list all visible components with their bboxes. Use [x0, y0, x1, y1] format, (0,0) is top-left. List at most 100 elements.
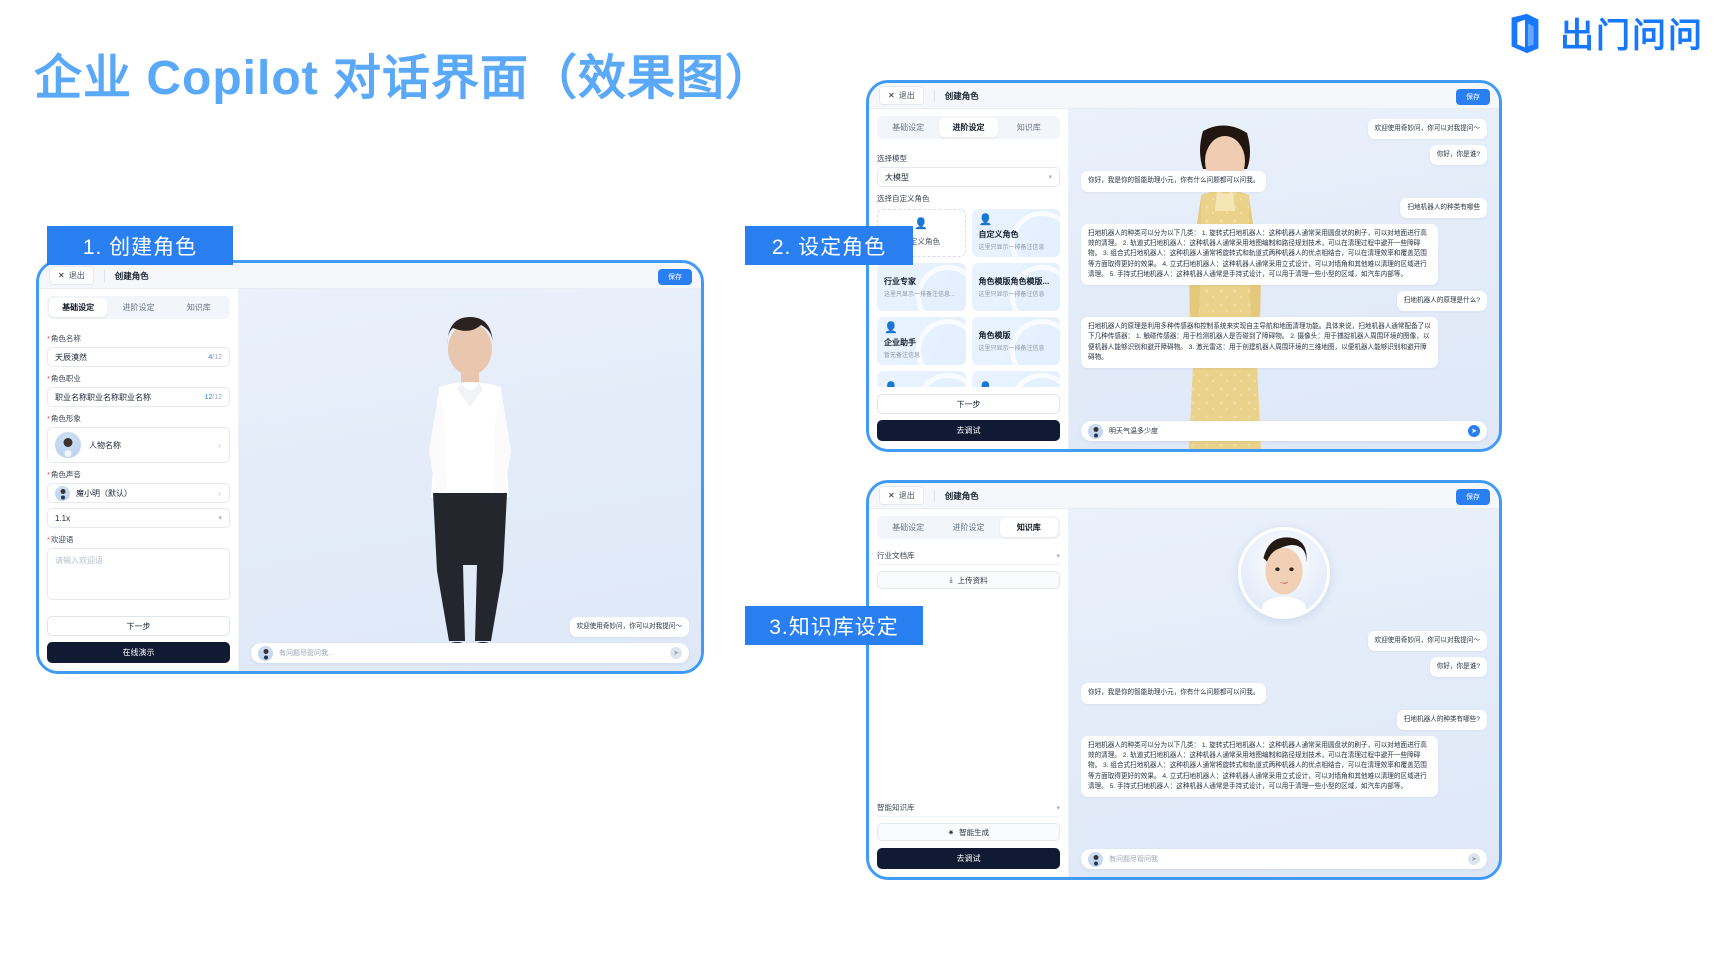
step-badge-create-role: 1. 创建角色 [47, 226, 233, 265]
chevron-down-icon: ▾ [1056, 552, 1060, 560]
role-job-counter: 12/12 [204, 393, 222, 401]
next-step-button[interactable]: 下一步 [47, 616, 230, 636]
exit-label: 退出 [898, 491, 915, 500]
smart-library-select[interactable]: 智能知识库 ▾ [877, 799, 1060, 817]
role-name-value: 天辰漠然 [55, 352, 87, 362]
model-select[interactable]: 大模型 ▾ [877, 167, 1060, 187]
panel3-topbar: ✕ 退出 创建角色 保存 [869, 483, 1499, 509]
role-avatar-label: *角色形象 [47, 414, 81, 423]
save-button[interactable]: 保存 [658, 269, 692, 285]
role-card-desc: 这里只显示一排备注信息 [978, 292, 1045, 298]
welcome-label: *欢迎语 [47, 535, 74, 544]
close-icon: ✕ [58, 270, 65, 280]
tab-basic-settings[interactable]: 基础设定 [49, 298, 108, 317]
role-name-input[interactable]: 天辰漠然 4/12 [47, 347, 230, 367]
role-card-title: 行业专家 [884, 277, 916, 286]
role-voice-label: *角色声音 [47, 470, 81, 479]
role-avatar-selector[interactable]: 人物名称 › [47, 427, 230, 463]
tab-knowledge-base[interactable]: 知识库 [1000, 118, 1058, 137]
panel3-chat: 欢迎使用奇妙问，你可以对我提问～ 你好，你是谁? 你好，我是你的智能助理小元，你… [1069, 509, 1499, 877]
send-icon[interactable]: ➤ [1468, 425, 1480, 437]
tab-knowledge-base[interactable]: 知识库 [999, 518, 1058, 537]
assistant-icon: 👤 [884, 322, 898, 334]
sparkle-icon: ✷ [947, 827, 955, 837]
chat-bubble: 扫地机器人的种类可以分为以下几类： 1. 旋转式扫地机器人：这种机器人通常采用圆… [1081, 735, 1439, 797]
panel-configure-role: ✕ 退出 创建角色 保存 基础设定 进阶设定 知识库 选择模型 大模型 ▾ 选择… [866, 80, 1502, 452]
tab-basic-settings[interactable]: 基础设定 [879, 118, 937, 137]
upload-icon: ⤓ [949, 575, 953, 584]
smart-generate-button[interactable]: ✷ 智能生成 [877, 823, 1060, 841]
avatar [55, 432, 81, 458]
panel3-chat-input[interactable]: 有问题尽管问我 ➤ [1081, 849, 1487, 869]
go-debug-button[interactable]: 去调试 [877, 420, 1060, 441]
panel2-title: 创建角色 [944, 90, 979, 101]
save-button[interactable]: 保存 [1456, 89, 1490, 105]
brand-name: 出门问问 [1560, 17, 1704, 55]
online-demo-button[interactable]: 在线演示 [47, 642, 230, 663]
template-icon: 👤 [979, 382, 1054, 387]
tab-basic-settings[interactable]: 基础设定 [879, 518, 937, 537]
chat-bubble-greeting: 欢迎使用奇妙问，你可以对我提问～ [569, 616, 689, 637]
user-plus-icon: 👤 [914, 218, 929, 230]
panel-knowledge-base: ✕ 退出 创建角色 保存 基础设定 进阶设定 知识库 行业文档库 ▾ ⤓ 上传资… [866, 480, 1502, 880]
role-card-expert[interactable]: 行业专家 这里只显示一排备注信息... [877, 263, 966, 311]
topbar-divider [103, 269, 105, 282]
chevron-down-icon: ▾ [218, 515, 222, 522]
voice-name: 魔小明（默认） [76, 488, 132, 498]
panel2-tabs: 基础设定 进阶设定 知识库 [877, 116, 1060, 139]
role-card-template-1[interactable]: 角色模版 这里只显示一排备注信息 [971, 317, 1060, 365]
chat-bubble: 扫地机器人的种类有哪些? [1396, 709, 1487, 730]
tab-advanced-settings[interactable]: 进阶设定 [109, 298, 167, 317]
panel2-left-pane: 基础设定 进阶设定 知识库 选择模型 大模型 ▾ 选择自定义角色 👤 自定义角色 [869, 109, 1069, 449]
panel2-form: 选择模型 大模型 ▾ 选择自定义角色 👤 自定义角色 👤 自定义角色 这里只显示… [877, 147, 1060, 387]
exit-button[interactable]: ✕ 退出 [879, 486, 924, 505]
role-card-template-2[interactable]: 👤 角色模版 [877, 371, 966, 387]
chevron-down-icon: ▾ [1056, 804, 1060, 812]
next-step-button[interactable]: 下一步 [877, 394, 1060, 414]
tab-knowledge-base[interactable]: 知识库 [170, 298, 228, 317]
model-label: 选择模型 [877, 154, 907, 163]
chat-bubble: 你好，我是你的智能助理小元，你有什么问题都可以问我。 [1081, 171, 1267, 192]
doc-library-select[interactable]: 行业文档库 ▾ [877, 547, 1060, 565]
avatar-name: 人物名称 [89, 440, 121, 450]
chat-bubble: 欢迎使用奇妙问，你可以对我提问～ [1367, 631, 1487, 652]
role-name-label: *角色名称 [47, 334, 81, 343]
model-value: 大模型 [885, 172, 909, 182]
chevron-down-icon: ▾ [1048, 174, 1052, 181]
go-debug-button[interactable]: 去调试 [877, 848, 1060, 869]
send-icon[interactable]: ➤ [670, 647, 682, 659]
role-card-template-3[interactable]: 👤 角色模版 [971, 371, 1060, 387]
upload-material-button[interactable]: ⤓ 上传资料 [877, 571, 1060, 589]
panel2-chat-input[interactable]: 明天气温多少度 ➤ [1081, 421, 1487, 441]
panel1-form: *角色名称 天辰漠然 4/12 *角色职业 职业名称职业名称职业名称 12/12… [47, 327, 230, 609]
role-card-title: 企业助手 [884, 338, 916, 347]
mobvoi-mark-icon [1511, 13, 1539, 53]
tab-advanced-settings[interactable]: 进阶设定 [939, 518, 997, 537]
role-card-custom-2[interactable]: 👤 自定义角色 这里只显示一排备注信息 [971, 209, 1060, 257]
role-voice-selector[interactable]: 魔小明（默认） › [47, 483, 230, 503]
send-icon[interactable]: ➤ [1468, 853, 1480, 865]
panel1-preview-pane: 欢迎使用奇妙问，你可以对我提问～ 有问题尽管问我... ➤ [239, 289, 701, 671]
topbar-divider [933, 489, 935, 502]
panel3-actions: 去调试 [877, 841, 1060, 877]
user-avatar [1088, 851, 1103, 867]
chat-input-placeholder: 有问题尽管问我 [1109, 856, 1158, 863]
doc-library-label: 行业文档库 [877, 551, 915, 560]
role-job-input[interactable]: 职业名称职业名称职业名称 12/12 [47, 387, 230, 407]
exit-button[interactable]: ✕ 退出 [49, 266, 94, 285]
voice-speed-select[interactable]: 1.1x ▾ [47, 508, 230, 528]
tab-advanced-settings[interactable]: 进阶设定 [939, 118, 998, 137]
role-card-title: 自定义角色 [978, 230, 1019, 239]
chevron-right-icon: › [218, 440, 221, 450]
panel3-preview-pane: 欢迎使用奇妙问，你可以对我提问～ 你好，你是谁? 你好，我是你的智能助理小元，你… [1069, 509, 1499, 877]
panel3-tabs: 基础设定 进阶设定 知识库 [877, 516, 1060, 539]
save-button[interactable]: 保存 [1456, 489, 1490, 505]
step-badge-configure-role: 2. 设定角色 [745, 226, 913, 265]
role-card-desc: 暂无备注信息 [884, 353, 921, 359]
panel2-topbar: ✕ 退出 创建角色 保存 [869, 83, 1499, 109]
role-card-assistant[interactable]: 👤 企业助手 暂无备注信息 [877, 317, 966, 365]
welcome-textarea[interactable]: 请输入欢迎语 [47, 548, 230, 600]
role-card-template-long[interactable]: 角色模版角色模版... 这里只显示一排备注信息 [971, 263, 1060, 311]
panel1-chat-input[interactable]: 有问题尽管问我... ➤ [251, 643, 689, 663]
exit-button[interactable]: ✕ 退出 [879, 86, 924, 105]
